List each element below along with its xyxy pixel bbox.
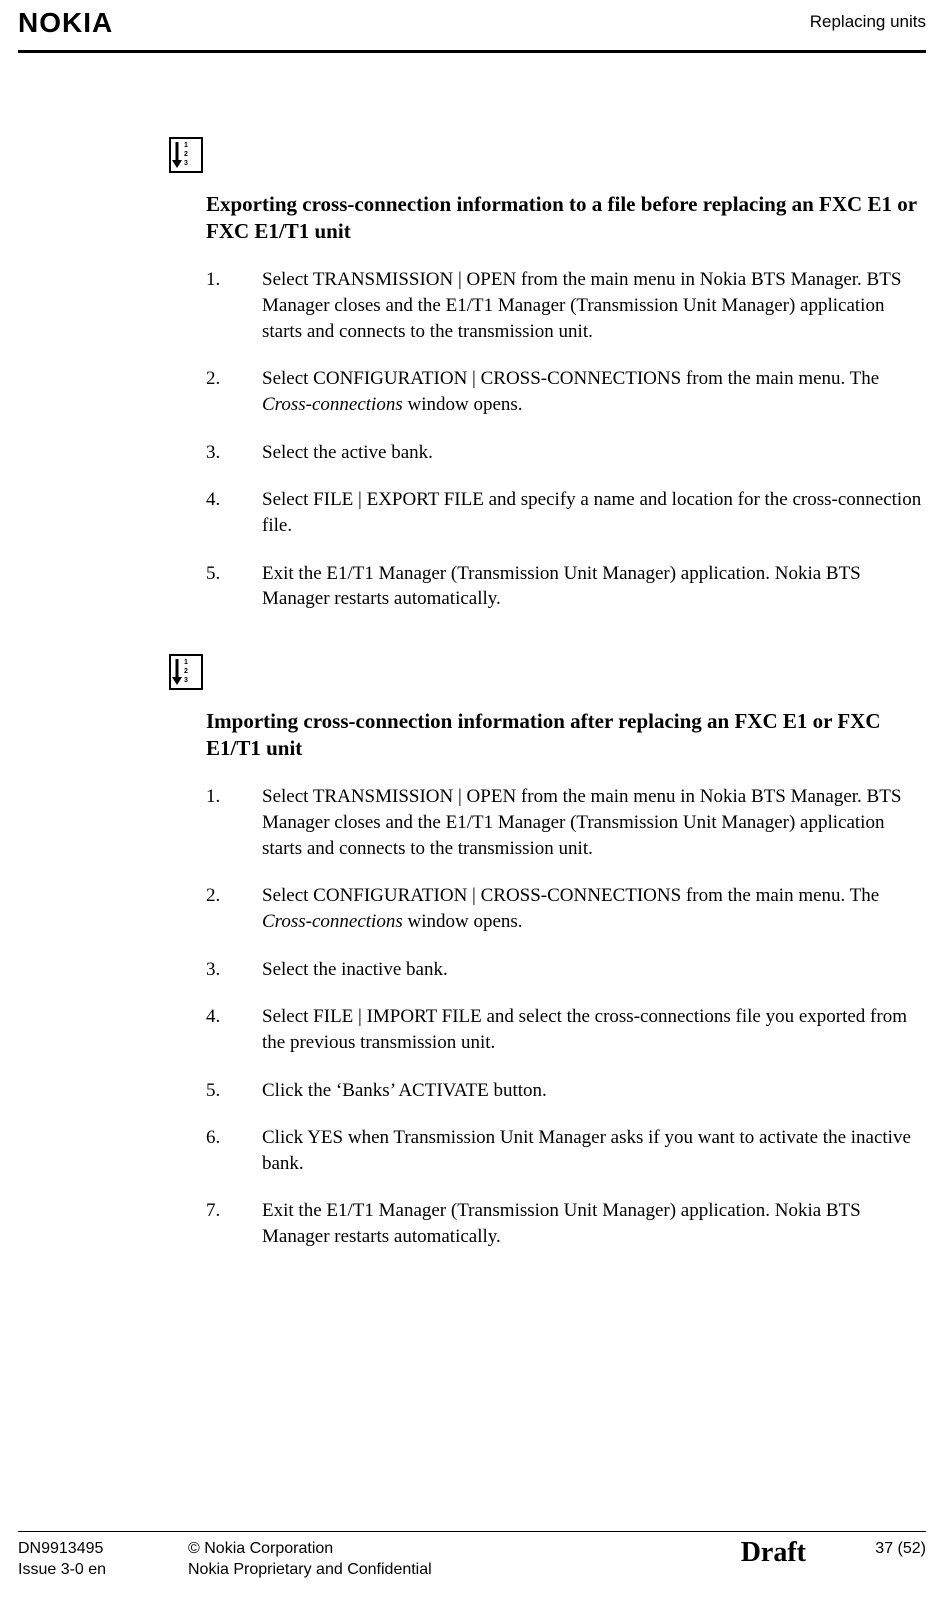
header-section-title: Replacing units — [810, 11, 926, 34]
step-number: 3. — [206, 957, 262, 983]
step-list-exporting: 1.Select TRANSMISSION | OPEN from the ma… — [206, 267, 924, 611]
list-item: 3.Select the inactive bank. — [206, 957, 924, 983]
step-number: 2. — [206, 883, 262, 934]
draft-label: Draft — [741, 1534, 806, 1572]
page-header: NOKIA Replacing units — [18, 0, 926, 50]
step-number: 5. — [206, 561, 262, 612]
step-text: Select FILE | EXPORT FILE and specify a … — [262, 487, 924, 538]
list-item: 5.Exit the E1/T1 Manager (Transmission U… — [206, 561, 924, 612]
step-text: Click the ‘Banks’ ACTIVATE button. — [262, 1078, 924, 1104]
list-item: 1.Select TRANSMISSION | OPEN from the ma… — [206, 267, 924, 344]
page-number: 37 (52) — [806, 1538, 926, 1560]
step-text: Select FILE | IMPORT FILE and select the… — [262, 1004, 924, 1055]
doc-issue: Issue 3-0 en — [18, 1559, 188, 1581]
copyright: © Nokia Corporation — [188, 1538, 741, 1560]
step-text: Select the active bank. — [262, 440, 924, 466]
confidential-notice: Nokia Proprietary and Confidential — [188, 1559, 741, 1581]
step-number: 6. — [206, 1125, 262, 1176]
page-footer: DN9913495 Issue 3-0 en © Nokia Corporati… — [18, 1531, 926, 1581]
icon-num: 1 — [184, 141, 188, 150]
list-item: 5.Click the ‘Banks’ ACTIVATE button. — [206, 1078, 924, 1104]
step-number: 3. — [206, 440, 262, 466]
icon-num: 2 — [184, 667, 188, 676]
step-number: 4. — [206, 487, 262, 538]
step-number: 7. — [206, 1198, 262, 1249]
step-text: Select CONFIGURATION | CROSS-CONNECTIONS… — [262, 883, 924, 934]
procedure-icon: 1 2 3 — [169, 137, 203, 173]
step-list-importing: 1.Select TRANSMISSION | OPEN from the ma… — [206, 784, 924, 1249]
list-item: 4.Select FILE | IMPORT FILE and select t… — [206, 1004, 924, 1055]
list-item: 4.Select FILE | EXPORT FILE and specify … — [206, 487, 924, 538]
step-number: 5. — [206, 1078, 262, 1104]
step-number: 2. — [206, 366, 262, 417]
step-text: Click YES when Transmission Unit Manager… — [262, 1125, 924, 1176]
doc-number: DN9913495 — [18, 1538, 188, 1560]
step-text: Exit the E1/T1 Manager (Transmission Uni… — [262, 561, 924, 612]
icon-num: 3 — [184, 159, 188, 168]
step-text: Select TRANSMISSION | OPEN from the main… — [262, 267, 924, 344]
step-number: 1. — [206, 784, 262, 861]
list-item: 2.Select CONFIGURATION | CROSS-CONNECTIO… — [206, 883, 924, 934]
step-text: Exit the E1/T1 Manager (Transmission Uni… — [262, 1198, 924, 1249]
list-item: 2.Select CONFIGURATION | CROSS-CONNECTIO… — [206, 366, 924, 417]
step-number: 1. — [206, 267, 262, 344]
section-title-exporting: Exporting cross-connection information t… — [206, 191, 924, 246]
step-number: 4. — [206, 1004, 262, 1055]
page-content: 1 2 3 Exporting cross-connection informa… — [18, 53, 926, 1250]
list-item: 6.Click YES when Transmission Unit Manag… — [206, 1125, 924, 1176]
arrow-down-icon — [171, 656, 183, 688]
nokia-logo: NOKIA — [18, 4, 113, 42]
list-item: 1.Select TRANSMISSION | OPEN from the ma… — [206, 784, 924, 861]
procedure-icon: 1 2 3 — [169, 654, 203, 690]
list-item: 3.Select the active bank. — [206, 440, 924, 466]
icon-num: 3 — [184, 676, 188, 685]
arrow-down-icon — [171, 139, 183, 171]
section-title-importing: Importing cross-connection information a… — [206, 708, 924, 763]
step-text: Select CONFIGURATION | CROSS-CONNECTIONS… — [262, 366, 924, 417]
icon-num: 1 — [184, 658, 188, 667]
list-item: 7.Exit the E1/T1 Manager (Transmission U… — [206, 1198, 924, 1249]
icon-num: 2 — [184, 150, 188, 159]
step-text: Select the inactive bank. — [262, 957, 924, 983]
step-text: Select TRANSMISSION | OPEN from the main… — [262, 784, 924, 861]
